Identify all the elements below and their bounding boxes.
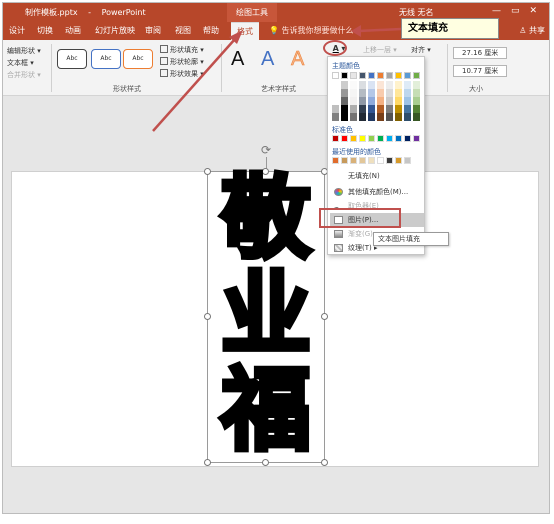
powerpoint-window: 制作模板.pptx - PowerPoint 绘图工具 无线 无名 —▭✕ 设计… bbox=[2, 2, 550, 514]
arrow-to-text-fill bbox=[358, 27, 402, 33]
arrow-to-format-tab bbox=[152, 38, 236, 132]
arrowhead bbox=[351, 25, 361, 37]
annotation-arrows bbox=[152, 25, 402, 132]
